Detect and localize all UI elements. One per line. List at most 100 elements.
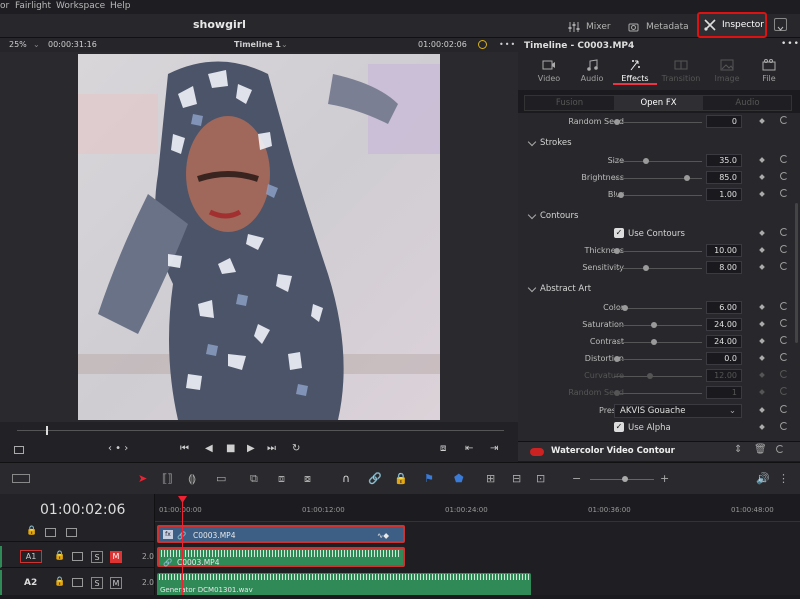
subtab-fusion[interactable]: Fusion (525, 96, 614, 110)
reset-icon[interactable] (780, 155, 788, 163)
slider[interactable] (614, 265, 702, 271)
zoom-select[interactable]: 25% (9, 40, 27, 49)
play-icon[interactable]: ▶ (247, 443, 255, 454)
reset-icon[interactable] (780, 336, 788, 344)
keyframe-icon[interactable] (759, 264, 765, 270)
go-to-end-icon[interactable]: ⏭ (267, 443, 276, 454)
solo-button[interactable]: S (91, 551, 103, 563)
slider-knob[interactable] (614, 119, 620, 125)
mixer-button[interactable]: Mixer (568, 18, 611, 36)
chevron-down-icon[interactable] (527, 283, 537, 293)
reset-icon[interactable] (780, 405, 788, 413)
section-contours[interactable]: Contours (518, 208, 800, 224)
slider[interactable] (614, 339, 702, 345)
playhead[interactable] (178, 496, 187, 595)
menu-item-help[interactable]: Help (110, 1, 131, 11)
solo-button[interactable]: S (91, 577, 103, 589)
more-options-icon[interactable]: ••• (499, 40, 516, 49)
value-field[interactable]: 24.00 (706, 335, 742, 348)
insert-clip-icon[interactable]: ⧉ (250, 472, 258, 486)
slider[interactable] (614, 158, 702, 164)
chevron-down-icon[interactable] (527, 137, 537, 147)
lock-icon[interactable]: 🔒 (54, 577, 65, 587)
match-frame-icon[interactable]: ⧈ (440, 443, 446, 454)
link-icon[interactable]: 🔗 (368, 472, 382, 485)
go-to-start-icon[interactable]: ⏮ (180, 443, 189, 454)
preset-select[interactable]: AKVIS Gouache ⌄ (614, 404, 742, 418)
reset-icon[interactable] (780, 262, 788, 270)
timeline-selector[interactable]: Timeline 1 (234, 40, 281, 49)
metadata-button[interactable]: Metadata (628, 18, 689, 36)
value-field[interactable]: 0.0 (706, 352, 742, 365)
zoom-in-icon[interactable]: + (660, 472, 669, 485)
tab-effects[interactable]: Effects (613, 56, 657, 85)
overwrite-clip-icon[interactable]: ⧈ (278, 472, 285, 486)
track-a1-label[interactable]: A1 (20, 550, 42, 563)
keyframe-icon[interactable] (759, 118, 765, 124)
selection-tool-icon[interactable]: ➤ (138, 472, 147, 485)
keyframe-icon[interactable] (759, 191, 765, 197)
slider[interactable] (614, 305, 702, 311)
track-a2-label[interactable]: A2 (24, 578, 37, 588)
tab-video[interactable]: Video (527, 56, 571, 83)
use-contours-checkbox[interactable]: ✓ (614, 228, 624, 238)
play-reverse-icon[interactable]: ◀ (205, 443, 213, 454)
snapping-icon[interactable]: ∩ (342, 472, 350, 485)
chevron-down-icon[interactable]: ⌄ (33, 40, 40, 49)
tab-transition[interactable]: Transition (659, 56, 703, 83)
next-edit-icon[interactable]: ⇥ (490, 443, 498, 454)
slider[interactable] (614, 192, 702, 198)
auto-select-icon[interactable] (72, 552, 83, 561)
keyframe-icon[interactable] (759, 355, 765, 361)
keyframe-icon[interactable] (759, 304, 765, 310)
zoom-full-icon[interactable]: ⊞ (486, 472, 495, 485)
subtab-open-fx[interactable]: Open FX (614, 96, 703, 110)
mute-button[interactable]: M (110, 551, 122, 563)
slider[interactable] (614, 175, 702, 181)
slider-knob[interactable] (642, 265, 649, 271)
slider[interactable] (614, 322, 702, 328)
value-field[interactable]: 8.00 (706, 261, 742, 274)
value-field[interactable]: 10.00 (706, 244, 742, 257)
value-field[interactable]: 0 (706, 115, 742, 128)
loop-icon[interactable]: ↻ (292, 443, 300, 454)
audio-clip-a2[interactable]: Generator DCM01301.wav (157, 573, 531, 595)
stop-icon[interactable]: ■ (226, 443, 235, 454)
tab-image[interactable]: Image (705, 56, 749, 83)
menu-item-workspace[interactable]: Workspace (56, 1, 105, 11)
reset-icon[interactable] (780, 228, 788, 236)
slider-knob[interactable] (614, 248, 620, 254)
use-alpha-checkbox[interactable]: ✓ (614, 422, 624, 432)
dynamic-trim-icon[interactable]: ⟬⟭ (188, 472, 196, 486)
slider-knob[interactable] (622, 476, 628, 482)
lock-icon[interactable]: 🔒 (54, 551, 65, 561)
reset-icon[interactable] (780, 172, 788, 180)
value-field[interactable]: 1.00 (706, 188, 742, 201)
keyframe-icon[interactable] (759, 174, 765, 180)
slider-knob[interactable] (642, 158, 649, 164)
value-field[interactable]: 6.00 (706, 301, 742, 314)
tab-audio[interactable]: Audio (570, 56, 614, 83)
slider-knob[interactable] (614, 356, 620, 362)
layout-icon[interactable] (12, 474, 30, 483)
flag-icon[interactable]: ⚑ (424, 472, 434, 485)
scrollbar[interactable] (795, 203, 798, 343)
value-field[interactable]: 24.00 (706, 318, 742, 331)
track-visibility-icon[interactable] (66, 528, 77, 537)
jog-icon[interactable]: ‹ • › (108, 443, 128, 454)
viewer-scrub-bar[interactable] (0, 422, 518, 436)
slider-knob[interactable] (622, 305, 629, 311)
keyframe-icon[interactable] (759, 157, 765, 163)
audio-meter-icon[interactable]: ⋮ (778, 472, 789, 485)
auto-select-icon[interactable] (45, 528, 56, 537)
reorder-icon[interactable]: ⇕ (734, 444, 742, 455)
safe-area-icon[interactable] (14, 446, 24, 454)
keyframe-icon[interactable] (759, 247, 765, 253)
section-strokes[interactable]: Strokes (518, 135, 800, 151)
inspector-button[interactable]: Inspector (697, 12, 767, 38)
slider[interactable] (614, 248, 702, 254)
keyframe-icon[interactable] (759, 230, 765, 236)
zoom-slider[interactable] (590, 476, 654, 482)
more-options-icon[interactable]: ••• (781, 39, 800, 49)
chevron-down-icon[interactable] (774, 18, 787, 31)
